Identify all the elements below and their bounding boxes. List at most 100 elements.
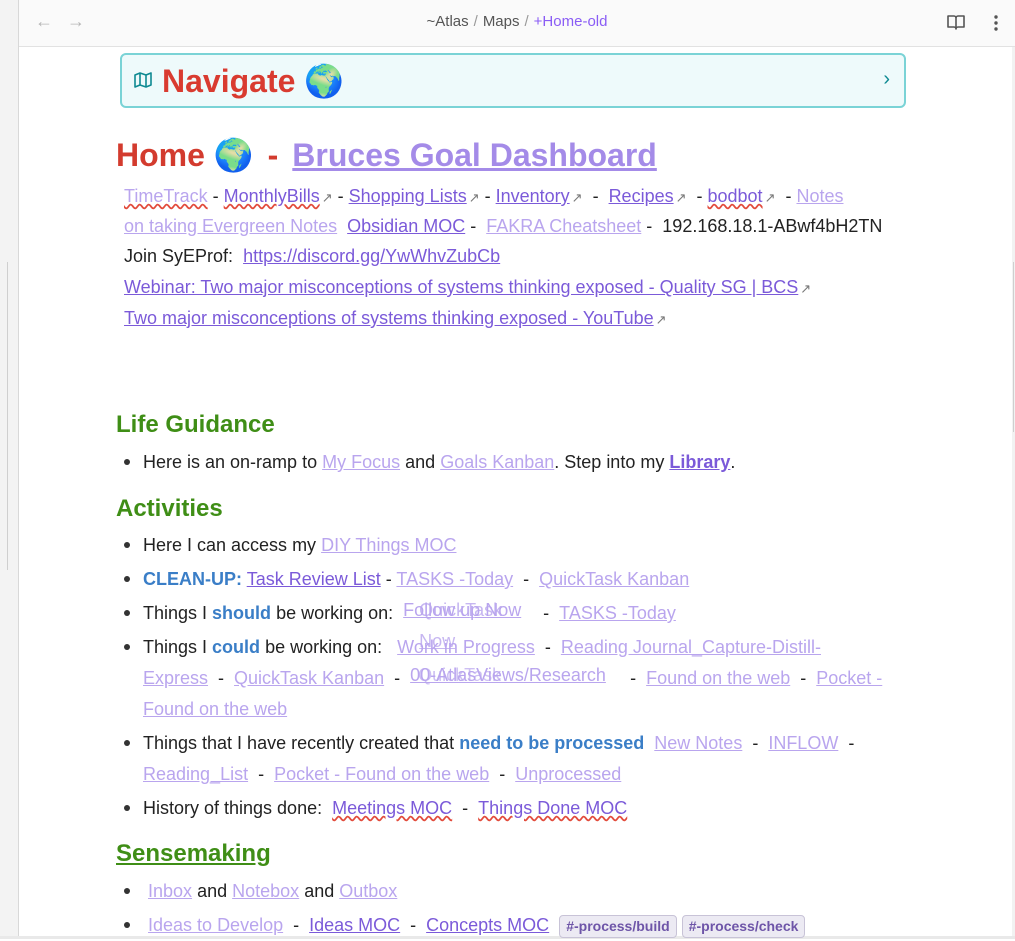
navigate-callout[interactable]: Navigate 🌍 › xyxy=(120,53,906,108)
link-reading-journal[interactable]: Reading Journal_Capture-Distill- xyxy=(561,637,821,657)
link-reading-list[interactable]: Reading_List xyxy=(143,764,248,784)
heading-dash: - xyxy=(267,137,279,173)
link-found-on-the-web[interactable]: Found on the web xyxy=(646,668,790,688)
links-line-1: TimeTrack - MonthlyBills ↗ - Shopping Lis… xyxy=(124,186,844,206)
text: be working on: xyxy=(265,637,383,657)
list-item: Here is an on-ramp to My Focus and Goals… xyxy=(124,447,904,478)
link-tasks-today[interactable]: TASKS -Today xyxy=(396,569,513,589)
link-shopping-lists[interactable]: Shopping Lists xyxy=(349,186,467,206)
section-activities: Activities xyxy=(116,495,223,522)
link-timetrack[interactable]: TimeTrack xyxy=(124,186,208,206)
link-goals-kanban[interactable]: Goals Kanban xyxy=(440,452,554,472)
text: Here I can access my xyxy=(143,535,317,555)
external-link-icon: ↗ xyxy=(800,281,812,296)
link-reading-journal-cont[interactable]: Express xyxy=(143,668,208,688)
tag-process-build[interactable]: #-process/build xyxy=(559,914,677,938)
text: Things I xyxy=(143,603,208,623)
list-item: Ideas to Develop - Ideas MOC - Concepts … xyxy=(124,910,904,941)
external-link-icon: ↗ xyxy=(655,312,667,327)
link-things-done-moc[interactable]: Things Done MOC xyxy=(478,798,627,818)
ip-text: 192.168.18.1-ABwf4bH2TN xyxy=(662,216,883,236)
link-concepts-moc[interactable]: Concepts MOC xyxy=(426,915,549,935)
overlapping-links: Follow up Now QuickTask Now xyxy=(403,599,533,651)
webinar-line: Webinar: Two major misconceptions of sys… xyxy=(124,272,811,304)
link-notes-evergreen[interactable]: Notes xyxy=(796,186,843,206)
links-line-2: on taking Evergreen Notes Obsidian MOC -… xyxy=(124,216,883,236)
join-line: Join SyEProf: https://discord.gg/YwWhvZu… xyxy=(124,241,500,271)
breadcrumb-current[interactable]: +Home-old xyxy=(534,13,608,30)
breadcrumb-maps[interactable]: Maps xyxy=(483,13,520,30)
activities-list: Here I can access my DIY Things MOC CLEA… xyxy=(124,530,904,824)
breadcrumb: ~Atlas / Maps / +Home-old xyxy=(426,13,608,30)
text: and xyxy=(197,881,228,901)
more-vertical-icon[interactable] xyxy=(994,15,998,31)
link-library[interactable]: Library xyxy=(669,452,730,472)
text: be working on: xyxy=(276,603,394,623)
view-header: ← → ~Atlas / Maps / +Home-old xyxy=(19,0,1015,47)
list-item: History of things done: Meetings MOC - T… xyxy=(124,793,904,824)
external-link-icon: ↗ xyxy=(764,190,776,205)
text: Here is an on-ramp to xyxy=(143,452,318,472)
external-link-icon: ↗ xyxy=(675,190,687,205)
link-inventory[interactable]: Inventory xyxy=(496,186,570,206)
callout-title: Navigate 🌍 xyxy=(162,63,345,99)
link-inflow[interactable]: INFLOW xyxy=(768,733,838,753)
link-obsidian-moc[interactable]: Obsidian MOC xyxy=(347,216,465,236)
link-work-in-progress[interactable]: Work in Progress xyxy=(397,637,535,657)
youtube-line: Two major misconceptions of systems thin… xyxy=(124,303,667,335)
link-inbox[interactable]: Inbox xyxy=(148,881,192,901)
link-quicktask[interactable]: QuickTask xyxy=(418,660,501,691)
text: . xyxy=(730,452,736,472)
list-item: Inbox and Notebox and Outbox xyxy=(124,876,904,907)
link-recipes[interactable]: Recipes xyxy=(609,186,674,206)
page-heading: Home 🌍 - Bruces Goal Dashboard xyxy=(116,136,657,174)
link-new-notes[interactable]: New Notes xyxy=(654,733,742,753)
dashboard-link[interactable]: Bruces Goal Dashboard xyxy=(292,137,657,173)
life-list: Here is an on-ramp to My Focus and Goals… xyxy=(124,447,904,478)
link-pocket[interactable]: Pocket - xyxy=(816,668,882,688)
list-item: Things I could be working on: Work in Pr… xyxy=(124,632,904,725)
link-youtube[interactable]: Two major misconceptions of systems thin… xyxy=(124,308,654,328)
link-unprocessed[interactable]: Unprocessed xyxy=(515,764,621,784)
link-bodbot[interactable]: bodbot xyxy=(708,186,763,206)
breadcrumb-atlas[interactable]: ~Atlas xyxy=(427,13,469,30)
external-link-icon: ↗ xyxy=(571,190,583,205)
scroll-indicator xyxy=(1013,262,1014,432)
external-link-icon: ↗ xyxy=(321,190,333,205)
chevron-right-icon[interactable]: › xyxy=(883,68,890,91)
link-pocket-found-web[interactable]: Pocket - Found on the web xyxy=(274,764,489,784)
link-quicktask-kanban-2[interactable]: QuickTask Kanban xyxy=(234,668,384,688)
list-item: CLEAN-UP: Task Review List - TASKS -Toda… xyxy=(124,564,904,595)
link-pocket-cont[interactable]: Found on the web xyxy=(143,699,287,719)
link-fakra-cheatsheet[interactable]: FAKRA Cheatsheet xyxy=(486,216,641,236)
text: and xyxy=(304,881,335,901)
could-emphasis: could xyxy=(212,637,261,657)
link-meetings-moc[interactable]: Meetings MOC xyxy=(332,798,452,818)
tag-process-check[interactable]: #-process/check xyxy=(681,914,806,938)
map-icon xyxy=(134,72,152,88)
clean-up-label: CLEAN-UP: xyxy=(143,569,242,589)
link-task-review-list[interactable]: Task Review List xyxy=(247,569,381,589)
need-processing-emphasis: need to be processed xyxy=(459,733,645,753)
link-quicktask-kanban[interactable]: QuickTask Kanban xyxy=(539,569,689,589)
text: and xyxy=(405,452,436,472)
link-my-focus[interactable]: My Focus xyxy=(322,452,400,472)
link-diy-things-moc[interactable]: DIY Things MOC xyxy=(321,535,456,555)
link-tasks-today-2[interactable]: TASKS -Today xyxy=(559,603,676,623)
list-item: Things that I have recently created that… xyxy=(124,728,904,790)
link-notebox[interactable]: Notebox xyxy=(232,881,299,901)
link-outbox[interactable]: Outbox xyxy=(339,881,397,901)
text: History of things done: xyxy=(143,798,323,818)
sensemaking-list: Inbox and Notebox and Outbox Ideas to De… xyxy=(124,876,904,941)
section-sensemaking: Sensemaking xyxy=(116,840,271,867)
link-ideas-moc[interactable]: Ideas MOC xyxy=(309,915,400,935)
book-open-icon[interactable] xyxy=(947,14,965,30)
text: . Step into my xyxy=(554,452,665,472)
link-monthlybills[interactable]: MonthlyBills xyxy=(224,186,320,206)
link-ideas-to-develop[interactable]: Ideas to Develop xyxy=(148,915,283,935)
heading-home: Home 🌍 xyxy=(116,137,254,173)
link-discord[interactable]: https://discord.gg/YwWhvZubCb xyxy=(243,246,500,266)
link-webinar[interactable]: Webinar: Two major misconceptions of sys… xyxy=(124,277,798,297)
link-notes-evergreen-cont[interactable]: on taking Evergreen Notes xyxy=(124,216,337,236)
list-item: Things I should be working on: Follow up… xyxy=(124,598,904,651)
